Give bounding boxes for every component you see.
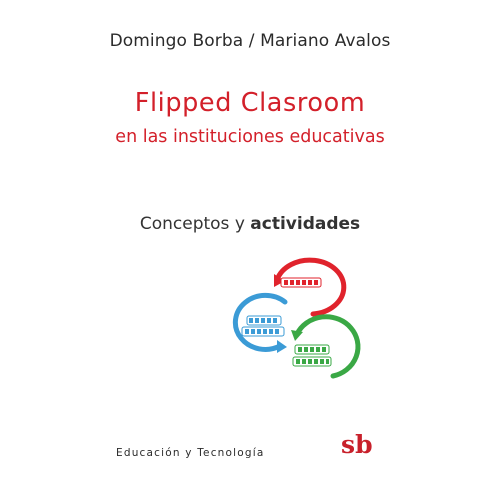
book-cover: Domingo Borba / Mariano Avalos Flipped C… (0, 0, 500, 500)
book-subtitle: en las instituciones educativas (115, 127, 385, 147)
green-cycle-arrow-icon (291, 314, 361, 379)
tagline-regular: Conceptos y (139, 214, 251, 234)
tagline: Conceptos y actividades (0, 214, 500, 234)
book-title: Flipped Clasroom (134, 88, 366, 118)
series-name: Educación y Tecnología (116, 447, 265, 459)
publisher-logo: sb (341, 430, 373, 459)
red-cycle-arrow-icon (274, 257, 347, 317)
blue-cycle-arrow-icon (232, 292, 288, 353)
tagline-bold: actividades (250, 214, 361, 234)
cycle-diagram (232, 257, 361, 379)
authors: Domingo Borba / Mariano Avalos (109, 31, 391, 51)
